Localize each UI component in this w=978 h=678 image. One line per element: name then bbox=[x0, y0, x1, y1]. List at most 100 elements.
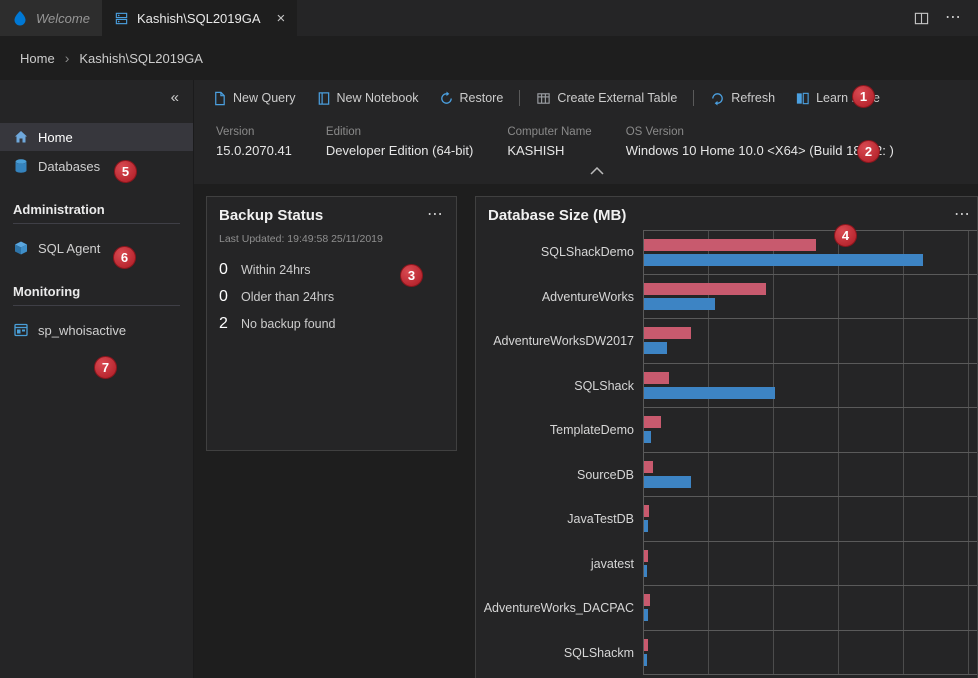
chart-bar-series-red bbox=[644, 594, 650, 606]
new-query-icon bbox=[212, 91, 227, 106]
chart-plot bbox=[643, 408, 977, 453]
tab-welcome-label: Welcome bbox=[36, 11, 90, 26]
chart-bar-series-red bbox=[644, 505, 649, 517]
tab-welcome[interactable]: Welcome bbox=[0, 0, 102, 36]
new-notebook-label: New Notebook bbox=[337, 91, 419, 105]
new-notebook-button[interactable]: New Notebook bbox=[306, 80, 429, 116]
create-external-table-button[interactable]: Create External Table bbox=[526, 80, 687, 116]
server-info-edition: Edition Developer Edition (64-bit) bbox=[326, 126, 473, 158]
field-value: Windows 10 Home 10.0 <X64> (Build 18362:… bbox=[626, 143, 894, 158]
create-external-table-icon bbox=[536, 91, 551, 106]
refresh-label: Refresh bbox=[731, 91, 775, 105]
chart-plot bbox=[643, 631, 977, 676]
more-actions-icon[interactable]: ⋯ bbox=[945, 10, 962, 26]
chart-bar-series-red bbox=[644, 327, 691, 339]
chart-plot bbox=[643, 275, 977, 320]
sidebar-item-sql-agent[interactable]: SQL Agent bbox=[0, 234, 193, 262]
chart-category-label: AdventureWorksDW2017 bbox=[488, 319, 643, 364]
backup-count: 2 bbox=[219, 315, 232, 333]
chevron-up-icon bbox=[590, 167, 604, 175]
sidebar-item-sp-whoisactive[interactable]: sp_whoisactive bbox=[0, 316, 193, 344]
chart-row: AdventureWorksDW2017 bbox=[488, 319, 977, 364]
chart-bar-series-red bbox=[644, 550, 648, 562]
annotation-badge-7: 7 bbox=[94, 356, 117, 379]
chart-bar-series-blue bbox=[644, 654, 647, 666]
chart-row: TemplateDemo bbox=[488, 408, 977, 453]
divider bbox=[13, 223, 180, 224]
collapse-sidebar-icon[interactable]: « bbox=[171, 89, 179, 106]
sidebar-item-home[interactable]: Home bbox=[0, 123, 193, 151]
sidebar-item-databases[interactable]: Databases bbox=[0, 152, 193, 180]
azure-data-studio-window: Welcome Kashish\SQL2019GA × ⋯ Home › Kas… bbox=[0, 0, 978, 678]
backup-row-no-backup: 2 No backup found bbox=[219, 315, 444, 333]
chart-bar-series-blue bbox=[644, 387, 775, 399]
chart-bar-series-blue bbox=[644, 342, 667, 354]
tab-server-dashboard-label: Kashish\SQL2019GA bbox=[137, 11, 261, 26]
breadcrumb-server[interactable]: Kashish\SQL2019GA bbox=[79, 51, 203, 66]
database-size-title: Database Size (MB) bbox=[488, 207, 626, 224]
backup-count: 0 bbox=[219, 261, 232, 279]
refresh-button[interactable]: Refresh bbox=[700, 80, 785, 116]
toolbar-separator bbox=[693, 90, 694, 106]
sql-agent-icon bbox=[13, 240, 29, 256]
server-info-version: Version 15.0.2070.41 bbox=[216, 126, 292, 158]
app-logo-icon bbox=[12, 10, 28, 26]
chart-category-label: SQLShackDemo bbox=[488, 230, 643, 275]
chart-bar-series-red bbox=[644, 283, 766, 295]
database-size-more-icon[interactable]: ⋯ bbox=[954, 207, 971, 223]
refresh-icon bbox=[710, 91, 725, 106]
database-icon bbox=[13, 158, 29, 174]
chart-row: JavaTestDB bbox=[488, 497, 977, 542]
chart-bar-series-blue bbox=[644, 609, 648, 621]
server-icon bbox=[114, 11, 129, 26]
chart-category-label: SQLShackm bbox=[488, 631, 643, 676]
breadcrumb: Home › Kashish\SQL2019GA bbox=[0, 36, 978, 80]
sidebar-item-label: sp_whoisactive bbox=[38, 323, 126, 338]
chart-row: SQLShack bbox=[488, 364, 977, 409]
chart-category-label: AdventureWorks bbox=[488, 275, 643, 320]
backup-status-title: Backup Status bbox=[219, 207, 323, 224]
database-size-widget: Database Size (MB) ⋯ SQLShackDemoAdventu… bbox=[475, 196, 978, 678]
breadcrumb-home[interactable]: Home bbox=[20, 51, 55, 66]
chart-plot bbox=[643, 230, 977, 275]
database-size-chart: SQLShackDemoAdventureWorksAdventureWorks… bbox=[488, 230, 977, 675]
close-tab-icon[interactable]: × bbox=[277, 11, 286, 26]
backup-widget-more-icon[interactable]: ⋯ bbox=[427, 207, 444, 223]
annotation-badge-6: 6 bbox=[113, 246, 136, 269]
field-label: Version bbox=[216, 126, 292, 138]
sidebar-item-label: SQL Agent bbox=[38, 241, 100, 256]
backup-label: No backup found bbox=[241, 317, 336, 331]
split-editor-icon[interactable] bbox=[914, 11, 929, 26]
breadcrumb-separator-icon: › bbox=[65, 50, 70, 66]
sidebar-section-administration: Administration bbox=[13, 202, 180, 217]
restore-button[interactable]: Restore bbox=[429, 80, 514, 116]
backup-row-older-24hrs: 0 Older than 24hrs bbox=[219, 288, 444, 306]
chart-bar-series-red bbox=[644, 416, 661, 428]
annotation-badge-2: 2 bbox=[857, 140, 880, 163]
field-label: OS Version bbox=[626, 126, 894, 138]
editor-tab-bar: Welcome Kashish\SQL2019GA × ⋯ bbox=[0, 0, 978, 36]
chart-category-label: javatest bbox=[488, 542, 643, 587]
backup-label: Within 24hrs bbox=[241, 263, 310, 277]
chart-row: javatest bbox=[488, 542, 977, 587]
server-info-computer-name: Computer Name KASHISH bbox=[507, 126, 591, 158]
restore-icon bbox=[439, 91, 454, 106]
chart-plot bbox=[643, 364, 977, 409]
chart-bar-series-blue bbox=[644, 298, 715, 310]
chart-bar-series-blue bbox=[644, 431, 651, 443]
chart-plot bbox=[643, 497, 977, 542]
backup-label: Older than 24hrs bbox=[241, 290, 334, 304]
chart-category-label: TemplateDemo bbox=[488, 408, 643, 453]
backup-count: 0 bbox=[219, 288, 232, 306]
chart-category-label: SourceDB bbox=[488, 453, 643, 498]
chart-bar-series-blue bbox=[644, 476, 691, 488]
chart-bar-series-blue bbox=[644, 520, 648, 532]
divider bbox=[13, 305, 180, 306]
backup-last-updated: Last Updated: 19:49:58 25/11/2019 bbox=[219, 233, 444, 245]
chart-row: SQLShackDemo bbox=[488, 230, 977, 275]
backup-status-widget: Backup Status ⋯ Last Updated: 19:49:58 2… bbox=[206, 196, 457, 451]
tab-server-dashboard[interactable]: Kashish\SQL2019GA × bbox=[102, 0, 297, 36]
new-query-button[interactable]: New Query bbox=[202, 80, 306, 116]
annotation-badge-1: 1 bbox=[852, 85, 875, 108]
chart-bar-series-red bbox=[644, 372, 669, 384]
